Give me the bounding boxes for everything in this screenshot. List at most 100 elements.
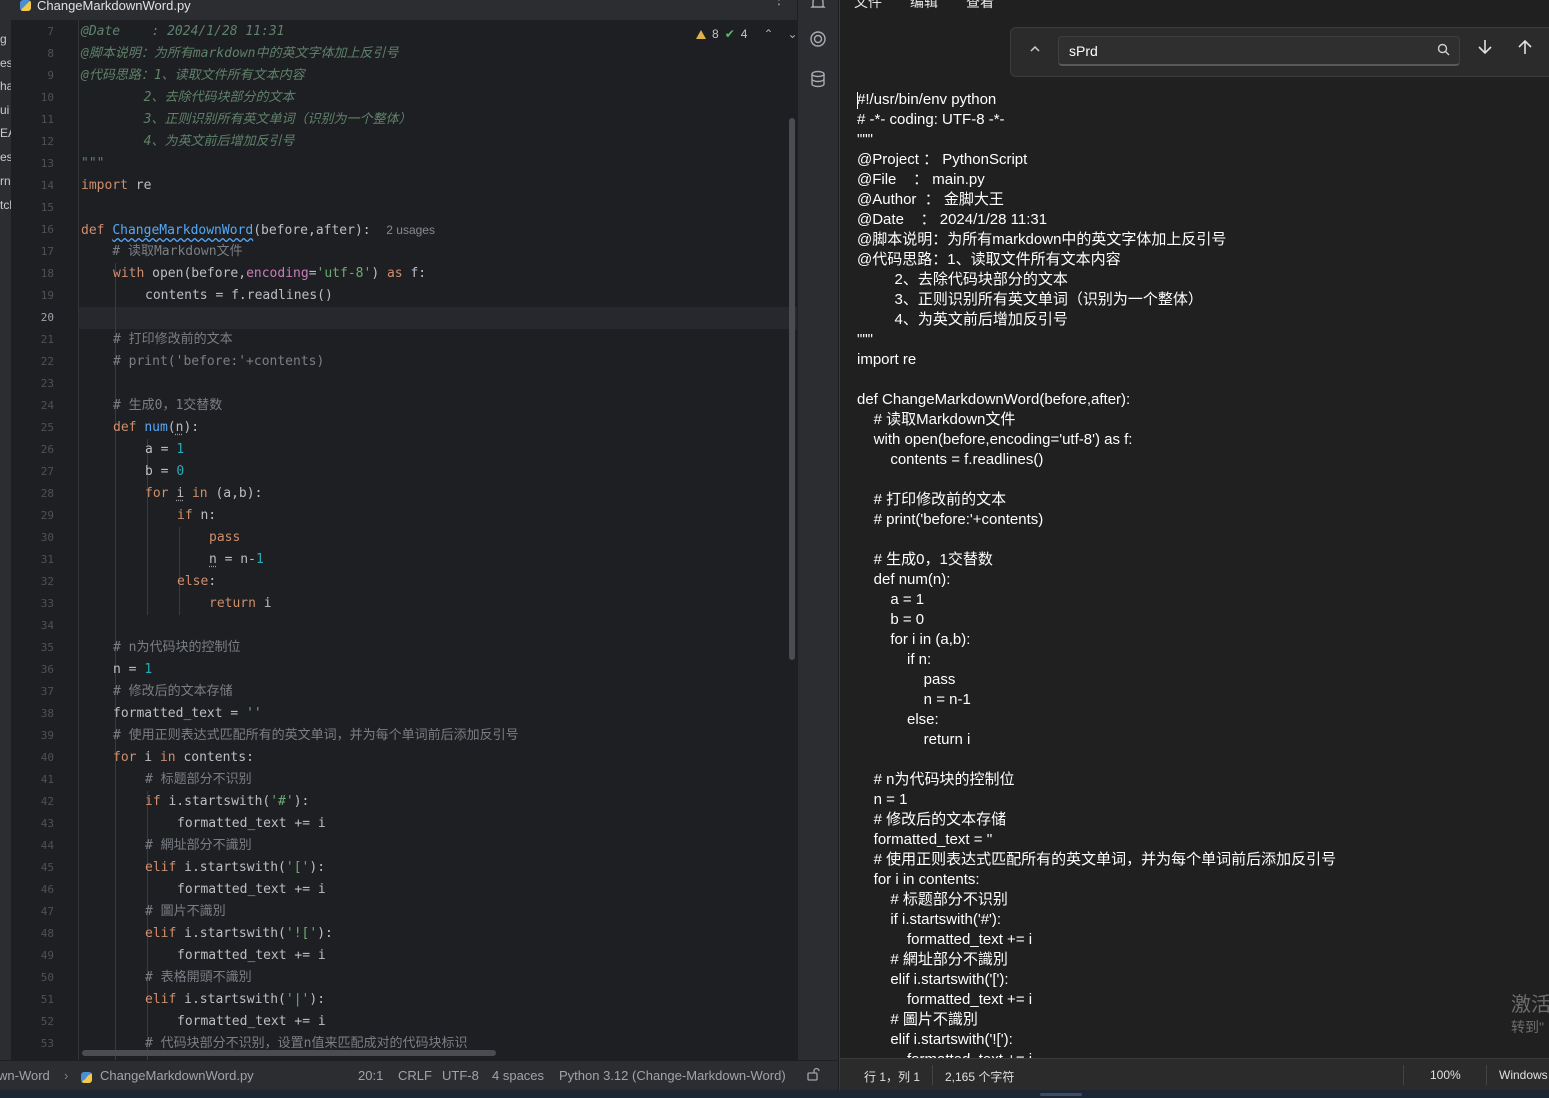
inspection-widget[interactable]: 8 ✔ 4 ⌃ ⌄	[696, 25, 798, 43]
code-line: else:	[177, 574, 217, 589]
menu-bar: 文件 编辑 查看	[840, 0, 1549, 26]
line-number: 35	[40, 641, 54, 654]
line-number-current: 20	[40, 311, 54, 324]
find-input[interactable]: sPrd	[1058, 36, 1460, 66]
line-number: 44	[40, 839, 54, 852]
code-line: # 表格開頭不識別	[145, 970, 252, 985]
code-line: # 生成0，1交替数	[113, 398, 223, 413]
find-next-arrow-down-icon[interactable]	[1476, 38, 1494, 61]
line-number: 49	[40, 949, 54, 962]
text-line: import re	[857, 351, 917, 368]
status-divider	[1486, 1065, 1487, 1085]
text-line: if n:	[857, 651, 932, 668]
code-line: # print('before:'+contents)	[113, 354, 325, 369]
python-interpreter[interactable]: Python 3.12 (Change-Markdown-Word)	[559, 1068, 786, 1083]
ai-assistant-icon[interactable]	[808, 30, 828, 50]
text-line: # 读取Markdown文件	[857, 411, 1016, 428]
file-encoding[interactable]: UTF-8	[442, 1068, 479, 1083]
code-line: n = 1	[113, 662, 153, 677]
lock-icon[interactable]	[806, 1067, 820, 1084]
text-line: if i.startswith('#'):	[857, 911, 1002, 928]
code-line: 3、正则识别所有英文单词（识别为一个整体）	[81, 112, 412, 127]
line-number: 29	[40, 509, 54, 522]
taskbar-edge	[0, 1090, 1549, 1098]
activation-watermark: 激活	[1511, 994, 1549, 1016]
project-tree-item[interactable]: ui	[0, 103, 11, 117]
code-line: for i in (a,b):	[145, 486, 263, 501]
text-area[interactable]: #!/usr/bin/env python # -*- coding: UTF-…	[857, 90, 1547, 1058]
taskbar-app-indicator[interactable]	[1040, 1093, 1082, 1096]
code-line: def num(n):	[113, 420, 200, 435]
code-line: # n为代码块的控制位	[113, 640, 241, 655]
project-tree-item[interactable]: es	[0, 150, 11, 164]
line-number: 24	[40, 399, 54, 412]
project-tree-item[interactable]: rna	[0, 174, 11, 188]
line-number-gutter[interactable]: 7 8 9 10 11 12 13 14 15 16 17 18 19 20 2…	[11, 20, 78, 1060]
caret-position[interactable]: 20:1	[358, 1068, 383, 1083]
database-icon[interactable]	[808, 70, 828, 90]
text-line: elif i.startswith('!['):	[857, 1031, 1013, 1048]
project-tree-item[interactable]: tcl	[0, 198, 11, 212]
text-line: 2、去除代码块部分的文本	[857, 271, 1068, 288]
text-line: # -*- coding: UTF-8 -*-	[857, 111, 1005, 128]
text-line: @Date ： 2024/1/28 11:31	[857, 211, 1048, 228]
code-line: if i.startswith('#'):	[145, 794, 310, 809]
project-tree-item[interactable]: g	[0, 32, 11, 46]
horizontal-scrollbar[interactable]	[82, 1050, 496, 1056]
project-tree-item[interactable]: est	[0, 56, 11, 70]
indent-setting[interactable]: 4 spaces	[492, 1068, 544, 1083]
line-ending[interactable]: Windows	[1499, 1068, 1548, 1082]
code-line: def ChangeMarkdownWord(before,after): 2 …	[81, 223, 435, 238]
find-previous-arrow-up-icon[interactable]	[1516, 38, 1534, 61]
project-tree-item[interactable]: ha	[0, 79, 11, 93]
notifications-bell-icon[interactable]	[808, 0, 828, 14]
code-line: formatted_text += i	[177, 1014, 326, 1029]
line-number: 40	[40, 751, 54, 764]
menu-file[interactable]: 文件	[854, 0, 882, 12]
text-line: for i in contents:	[857, 871, 980, 888]
text-line: pass	[857, 671, 956, 688]
text-line: @Author ： 金脚大王	[857, 191, 1004, 208]
activation-watermark-sub: 转到"	[1511, 1019, 1544, 1035]
breadcrumb-project[interactable]: wn-Word	[0, 1068, 50, 1083]
project-tree-item[interactable]: EA	[0, 126, 11, 140]
code-line: elif i.startswith('!['):	[145, 926, 333, 941]
chevron-up-icon[interactable]: ⌃	[763, 27, 773, 41]
code-line: formatted_text += i	[177, 816, 326, 831]
ok-count: 4	[740, 27, 748, 41]
line-number: 26	[40, 443, 54, 456]
text-line: formatted_text += i	[857, 991, 1033, 1008]
chevron-up-icon[interactable]	[1024, 40, 1046, 62]
line-number: 12	[40, 135, 54, 148]
line-number: 15	[40, 201, 54, 214]
menu-view[interactable]: 查看	[966, 0, 994, 12]
line-number: 17	[40, 245, 54, 258]
check-icon: ✔	[724, 27, 735, 41]
ide-window: ChangeMarkdownWord.py ⋮ g est ha ui EA e…	[0, 0, 838, 1098]
more-options-icon[interactable]: ⋮	[772, 0, 786, 8]
line-number: 16	[40, 223, 54, 236]
line-number: 38	[40, 707, 54, 720]
line-number: 31	[40, 553, 54, 566]
text-line: 4、为英文前后增加反引号	[857, 311, 1068, 328]
editor-tab[interactable]: ChangeMarkdownWord.py	[20, 0, 191, 15]
vertical-scrollbar[interactable]	[789, 118, 795, 660]
code-line: # 标题部分不识别	[145, 772, 252, 787]
usages-hint[interactable]: 2 usages	[386, 223, 435, 237]
line-number: 28	[40, 487, 54, 500]
code-line: # 读取Markdown文件	[81, 244, 243, 259]
line-separator[interactable]: CRLF	[398, 1068, 432, 1083]
breadcrumb-file[interactable]: ChangeMarkdownWord.py	[100, 1068, 254, 1083]
code-line: a = 1	[145, 442, 185, 457]
editor-tab-label: ChangeMarkdownWord.py	[37, 0, 191, 13]
zoom-level[interactable]: 100%	[1430, 1068, 1461, 1082]
code-line: 4、为英文前后增加反引号	[81, 134, 295, 149]
code-editor[interactable]: @Date : 2024/1/28 11:31 @脚本说明：为所有markdow…	[79, 20, 789, 1060]
text-line: contents = f.readlines()	[857, 451, 1044, 468]
text-line: """	[857, 331, 873, 348]
find-input-value: sPrd	[1069, 43, 1098, 59]
search-icon[interactable]	[1437, 43, 1450, 60]
menu-edit[interactable]: 编辑	[910, 0, 938, 12]
line-number: 21	[40, 333, 54, 346]
text-line: return i	[857, 731, 971, 748]
